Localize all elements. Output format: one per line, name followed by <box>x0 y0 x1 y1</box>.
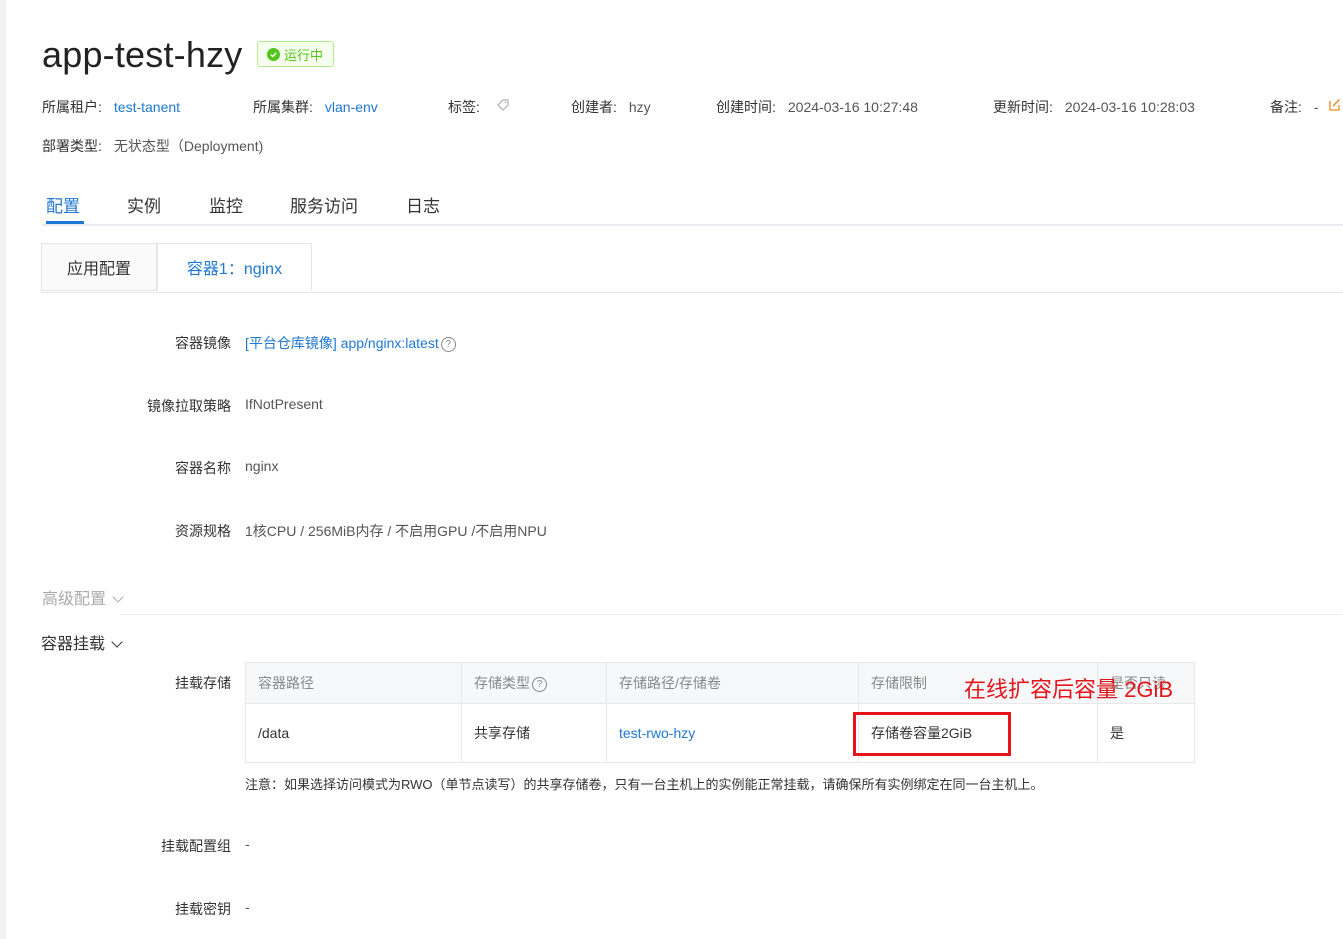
tags-label: 标签: <box>448 99 480 115</box>
image-label: 容器镜像 <box>175 335 231 351</box>
creator-value: hzy <box>628 99 651 115</box>
chevron-down-icon <box>111 636 123 648</box>
name-value: nginx <box>245 458 279 474</box>
active-tab-indicator <box>46 221 84 224</box>
created-label: 创建时间: <box>716 99 776 115</box>
check-circle-icon <box>267 47 280 61</box>
table-row: /data 共享存储 test-rwo-hzy 存储卷容量2GiB 是 <box>245 703 1195 763</box>
created-value: 2024-03-16 10:27:48 <box>787 99 918 115</box>
remark-meta: 备注: - <box>1270 97 1319 117</box>
tab-service-access[interactable]: 服务访问 <box>290 192 358 217</box>
subtab-app-config[interactable]: 应用配置 <box>41 243 157 291</box>
cell-container-path: /data <box>245 703 462 763</box>
mount-section-toggle[interactable]: 容器挂载 <box>41 630 123 654</box>
secret-label: 挂载密钥 <box>175 901 231 917</box>
remark-label: 备注: <box>1270 99 1302 115</box>
remark-value: - <box>1313 99 1319 115</box>
spec-row: 资源规格 <box>0 521 231 541</box>
app-title: app-test-hzy <box>42 34 243 75</box>
col-container-path: 容器路径 <box>245 662 462 704</box>
spec-label: 资源规格 <box>175 523 231 539</box>
tab-logs[interactable]: 日志 <box>406 192 440 217</box>
annotation-text: 在线扩容后容量 2GiB <box>964 677 1174 702</box>
storage-label: 挂载存储 <box>175 675 231 691</box>
main-tabs: 配置 实例 监控 服务访问 日志 <box>42 188 1343 226</box>
section-divider <box>120 614 1343 615</box>
status-text: 运行中 <box>284 47 324 63</box>
updated-meta: 更新时间: 2024-03-16 10:28:03 <box>993 97 1195 117</box>
image-link[interactable]: [平台仓库镜像] app/nginx:latest <box>245 335 439 351</box>
help-icon[interactable]: ? <box>440 336 456 352</box>
cell-storage-volume-link[interactable]: test-rwo-hzy <box>606 703 859 763</box>
tenant-meta: 所属租户: test-tanent <box>42 97 180 117</box>
image-value[interactable]: [平台仓库镜像] app/nginx:latest? <box>245 333 456 353</box>
annotation-highlight-box <box>853 712 1011 756</box>
updated-label: 更新时间: <box>993 99 1053 115</box>
pull-value: IfNotPresent <box>245 396 323 412</box>
creator-label: 创建者: <box>571 99 617 115</box>
cluster-meta: 所属集群: vlan-env <box>253 97 378 117</box>
help-icon[interactable]: ? <box>532 676 547 692</box>
cluster-link[interactable]: vlan-env <box>325 99 378 115</box>
tag-icon[interactable] <box>495 97 511 113</box>
chevron-down-icon <box>112 591 124 603</box>
mount-section-label: 容器挂载 <box>41 636 106 653</box>
pull-label: 镜像拉取策略 <box>147 398 231 414</box>
name-row: 容器名称 <box>0 458 231 478</box>
pull-row: 镜像拉取策略 <box>0 396 231 416</box>
col-storage-type-label: 存储类型 <box>474 675 530 691</box>
creator-meta: 创建者: hzy <box>571 97 651 117</box>
status-badge: 运行中 <box>257 41 335 67</box>
edit-icon[interactable] <box>1329 98 1341 111</box>
tenant-link[interactable]: test-tanent <box>114 99 180 115</box>
advanced-config-toggle[interactable]: 高级配置 <box>42 585 124 609</box>
image-row: 容器镜像 <box>0 333 231 353</box>
subtab-container-nginx[interactable]: 容器1：nginx <box>157 243 312 291</box>
tags-meta: 标签: <box>448 97 480 117</box>
cell-storage-type: 共享存储 <box>461 703 607 763</box>
secret-row: 挂载密钥 <box>0 899 231 919</box>
deploy-meta: 部署类型: 无状态型（Deployment) <box>42 136 263 156</box>
mount-note: 注意：如果选择访问模式为RWO（单节点读写）的共享存储卷，只有一台主机上的实例能… <box>245 777 1044 792</box>
storage-row: 挂载存储 <box>0 673 231 693</box>
tab-config[interactable]: 配置 <box>46 192 80 217</box>
col-storage-path: 存储路径/存储卷 <box>606 662 859 704</box>
configmap-row: 挂载配置组 <box>0 836 231 856</box>
tenant-label: 所属租户: <box>42 99 102 115</box>
cluster-label: 所属集群: <box>253 99 313 115</box>
cell-readonly: 是 <box>1097 703 1195 763</box>
configmap-value: - <box>245 836 250 852</box>
deploy-value: 无状态型（Deployment) <box>113 138 264 154</box>
col-storage-type: 存储类型? <box>461 662 607 704</box>
tab-instances[interactable]: 实例 <box>127 192 161 217</box>
secret-value: - <box>245 899 250 915</box>
created-meta: 创建时间: 2024-03-16 10:27:48 <box>716 97 918 117</box>
updated-value: 2024-03-16 10:28:03 <box>1064 99 1195 115</box>
deploy-label: 部署类型: <box>42 138 102 154</box>
sub-tabs: 应用配置 容器1：nginx <box>41 243 1343 293</box>
name-label: 容器名称 <box>175 460 231 476</box>
configmap-label: 挂载配置组 <box>161 838 231 854</box>
tab-monitoring[interactable]: 监控 <box>209 192 243 217</box>
spec-value: 1核CPU / 256MiB内存 / 不启用GPU /不启用NPU <box>245 523 547 539</box>
advanced-config-label: 高级配置 <box>42 591 107 608</box>
